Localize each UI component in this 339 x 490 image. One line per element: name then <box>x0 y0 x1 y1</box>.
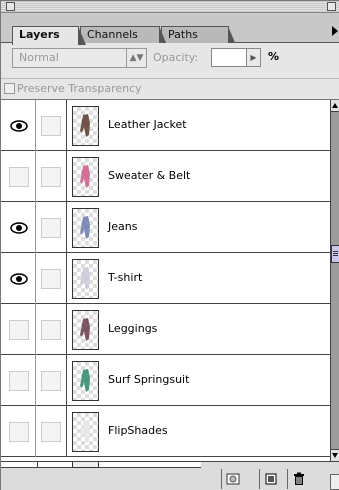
layer-thumbnail <box>72 310 99 350</box>
zoom-box[interactable] <box>327 2 336 11</box>
link-empty-box <box>41 269 61 289</box>
resize-handle-icon[interactable] <box>330 474 339 490</box>
layer-mask-icon[interactable] <box>221 469 243 489</box>
link-empty-box <box>41 320 61 340</box>
close-box[interactable] <box>6 2 15 11</box>
link-empty-box <box>41 218 61 238</box>
layer-visibility-toggle[interactable] <box>5 100 36 151</box>
palette-titlebar[interactable] <box>1 1 339 13</box>
eye-icon <box>9 273 29 285</box>
layer-thumbnail <box>72 208 99 248</box>
new-layer-icon[interactable] <box>259 469 281 489</box>
layer-name: Surf Springsuit <box>108 373 190 386</box>
layer-name: FlipShades <box>108 424 168 437</box>
preserve-transparency-row: Preserve Transparency <box>1 79 339 100</box>
percent-sign: % <box>268 50 280 63</box>
opacity-slider-arrow-icon[interactable]: ▶ <box>247 48 261 67</box>
layer-thumbnail <box>72 106 99 146</box>
palette-menu-icon[interactable] <box>332 26 338 36</box>
layer-name: Leather Jacket <box>108 118 187 131</box>
blend-mode-value: Normal <box>19 51 59 64</box>
eye-icon <box>9 120 29 132</box>
layer-row[interactable]: T-shirt <box>1 253 330 304</box>
tab-channels[interactable]: Channels <box>80 26 167 45</box>
tab-layers[interactable]: Layers <box>12 26 86 45</box>
layer-visibility-toggle[interactable] <box>5 406 36 457</box>
layers-palette: Paths Channels Layers Normal ▲▼ Opacity:… <box>0 0 339 490</box>
layer-row[interactable]: Jeans <box>1 202 330 253</box>
tab-strip: Paths Channels Layers <box>1 13 339 45</box>
opacity-input[interactable] <box>211 48 247 67</box>
layer-list-scrollbar[interactable] <box>330 100 339 461</box>
layer-row[interactable]: Sweater & Belt <box>1 151 330 202</box>
link-empty-box <box>41 167 61 187</box>
layer-link-toggle[interactable] <box>37 151 67 202</box>
opacity-label: Opacity: <box>153 51 199 64</box>
layer-row[interactable]: Leggings <box>1 304 330 355</box>
layer-link-toggle[interactable] <box>37 304 67 355</box>
tab-paths[interactable]: Paths <box>161 26 236 45</box>
blend-mode-select[interactable]: Normal ▲▼ <box>12 48 147 68</box>
trash-icon[interactable] <box>287 469 309 489</box>
layer-row[interactable]: Surf Springsuit <box>1 355 330 406</box>
layer-name: Leggings <box>108 322 158 335</box>
link-empty-box <box>41 371 61 391</box>
layer-name: T-shirt <box>108 271 143 284</box>
layer-visibility-toggle[interactable] <box>5 151 36 202</box>
layer-visibility-toggle[interactable] <box>5 304 36 355</box>
blend-mode-stepper-icon[interactable]: ▲▼ <box>126 49 146 67</box>
scroll-thumb[interactable] <box>331 245 339 263</box>
layer-visibility-toggle[interactable] <box>5 355 36 406</box>
visibility-empty-box <box>9 167 29 187</box>
layer-list: Leather Jacket Sweater & Belt Jeans T-shirt… <box>1 100 330 461</box>
scroll-down-icon[interactable] <box>331 449 339 461</box>
layer-thumbnail <box>72 259 99 299</box>
layer-link-toggle[interactable] <box>37 202 67 253</box>
layer-thumbnail <box>72 412 99 452</box>
layer-visibility-toggle[interactable] <box>5 202 36 253</box>
visibility-empty-box <box>9 371 29 391</box>
layer-options-bar: Normal ▲▼ Opacity: ▶ % <box>1 43 339 79</box>
link-empty-box <box>41 422 61 442</box>
visibility-empty-box <box>9 320 29 340</box>
layer-row[interactable]: Leather Jacket <box>1 100 330 151</box>
layer-thumbnail <box>72 361 99 401</box>
partial-layer-row <box>1 462 201 468</box>
preserve-transparency-label: Preserve Transparency <box>17 82 142 95</box>
link-empty-box <box>41 116 61 136</box>
layer-link-toggle[interactable] <box>37 253 67 304</box>
layer-name: Jeans <box>108 220 138 233</box>
visibility-empty-box <box>9 422 29 442</box>
layer-visibility-toggle[interactable] <box>5 253 36 304</box>
layer-thumbnail <box>72 157 99 197</box>
scroll-up-icon[interactable] <box>331 100 339 112</box>
layer-name: Sweater & Belt <box>108 169 191 182</box>
preserve-transparency-checkbox[interactable] <box>4 83 15 94</box>
palette-footer <box>1 461 339 490</box>
layer-link-toggle[interactable] <box>37 406 67 457</box>
layer-link-toggle[interactable] <box>37 100 67 151</box>
layer-row[interactable]: FlipShades <box>1 406 330 457</box>
eye-icon <box>9 222 29 234</box>
layer-link-toggle[interactable] <box>37 355 67 406</box>
